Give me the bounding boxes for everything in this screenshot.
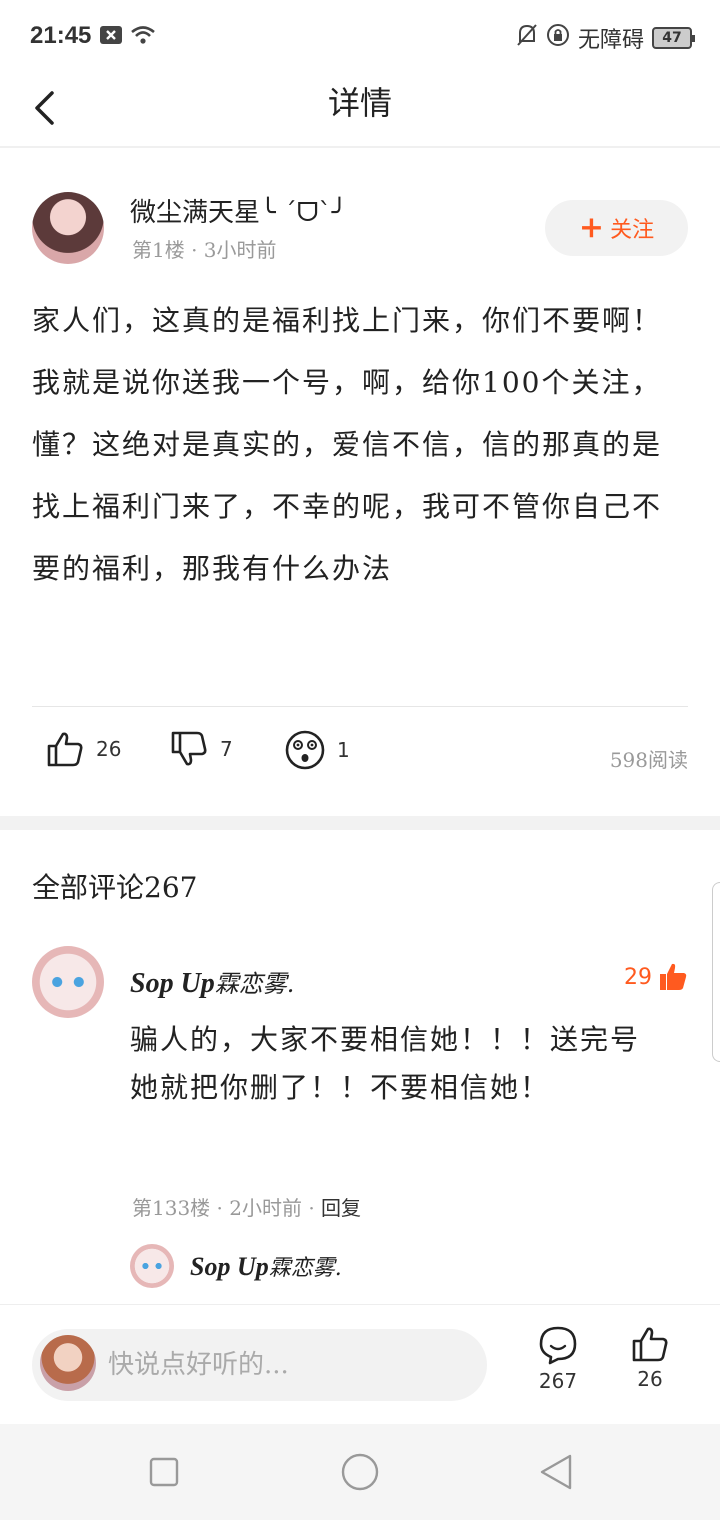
post-body: 家人们，这真的是福利找上门来，你们不要啊！我就是说你送我一个号，啊，给你100个… — [32, 304, 663, 585]
comments-header: 全部评论267 — [32, 871, 198, 904]
battery-icon: 47 — [652, 27, 695, 49]
thumbs-up-filled-icon — [660, 963, 687, 990]
status-bar: 21:45 无障碍 47 — [0, 0, 720, 72]
post-actions: 26 7 1 598阅读 — [0, 730, 720, 790]
comment-like-button[interactable]: 29 — [624, 962, 688, 992]
dislike-button[interactable]: 7 — [170, 730, 233, 768]
post-author-avatar[interactable] — [32, 192, 104, 264]
status-right-icons: 无障碍 47 — [516, 22, 695, 54]
post-meta: 第1楼 · 3小时前 — [132, 238, 277, 262]
surprised-face-icon — [285, 730, 325, 770]
recents-button[interactable] — [144, 1452, 184, 1492]
read-count: 598阅读 — [609, 748, 688, 772]
reply-author-cn: 霖恋雾. — [268, 1256, 342, 1281]
bottom-like-count: 26 — [637, 1367, 663, 1391]
thumbs-up-icon — [47, 732, 83, 767]
reply-author-name[interactable]: Sop Up霖恋雾. — [190, 1250, 342, 1282]
comment-meta-text: 第133楼 · 2小时前 · — [132, 1196, 322, 1220]
comment-author-latin: Sop Up — [130, 968, 215, 999]
title-bar: 详情 — [0, 72, 720, 148]
comment-bubble-icon — [539, 1326, 577, 1365]
system-nav-bar — [0, 1424, 720, 1520]
comment-count: 267 — [538, 1369, 578, 1393]
bottom-bar: 267 26 — [0, 1304, 720, 1424]
lock-rotation-icon — [546, 23, 570, 53]
thumbs-down-icon — [171, 731, 207, 766]
page-title: 详情 — [327, 84, 392, 122]
reply-button[interactable]: 回复 — [321, 1196, 361, 1220]
post: 微尘满天星╰ ˊᗜˋ╯ 第1楼 · 3小时前 + 关注 家人们，这真的是福利找上… — [0, 150, 720, 816]
comments-button[interactable]: 267 — [528, 1325, 588, 1405]
comment-body: 骗人的，大家不要相信她！！！送完号她就把你删了！！不要相信她！ — [130, 1023, 641, 1104]
status-time: 21:45 — [30, 22, 92, 49]
square-icon — [149, 1457, 179, 1487]
accessibility-label: 无障碍 — [577, 28, 644, 53]
post-author-name[interactable]: 微尘满天星╰ ˊᗜˋ╯ — [130, 192, 347, 229]
home-button[interactable] — [340, 1452, 380, 1492]
comment-author-name[interactable]: Sop Up霖恋雾. — [130, 964, 294, 1000]
section-separator — [0, 816, 720, 830]
bottom-like-button[interactable]: 26 — [620, 1325, 680, 1405]
wifi-icon — [130, 25, 156, 49]
comment-input[interactable] — [108, 1337, 468, 1393]
scrollbar[interactable] — [712, 882, 720, 1062]
comment-meta: 第133楼 · 2小时前 · 回复 — [132, 1192, 361, 1221]
reply-author-latin: Sop Up — [190, 1252, 269, 1281]
circle-icon — [341, 1453, 379, 1491]
like-count: 26 — [96, 737, 122, 761]
comment-author-cn: 霖恋雾. — [214, 970, 295, 998]
dislike-count: 7 — [220, 737, 233, 761]
comment-input-pill[interactable] — [32, 1329, 487, 1401]
follow-label: 关注 — [610, 218, 655, 243]
wow-count: 1 — [337, 738, 350, 762]
my-avatar — [40, 1335, 96, 1391]
mute-bell-icon — [516, 23, 538, 53]
wow-button[interactable]: 1 — [285, 730, 350, 770]
divider — [32, 706, 688, 707]
status-left-icons — [100, 25, 156, 49]
follow-button[interactable]: + 关注 — [545, 200, 688, 256]
thumbs-up-icon — [632, 1327, 668, 1362]
comment-author-avatar[interactable] — [32, 946, 104, 1018]
comment-like-count: 29 — [624, 964, 652, 990]
plus-icon: + — [578, 210, 605, 245]
like-button[interactable]: 26 — [46, 730, 121, 768]
triangle-back-icon — [540, 1454, 572, 1490]
system-back-button[interactable] — [536, 1452, 576, 1492]
reply-author-avatar[interactable] — [130, 1244, 174, 1288]
notification-x-icon — [100, 26, 122, 48]
